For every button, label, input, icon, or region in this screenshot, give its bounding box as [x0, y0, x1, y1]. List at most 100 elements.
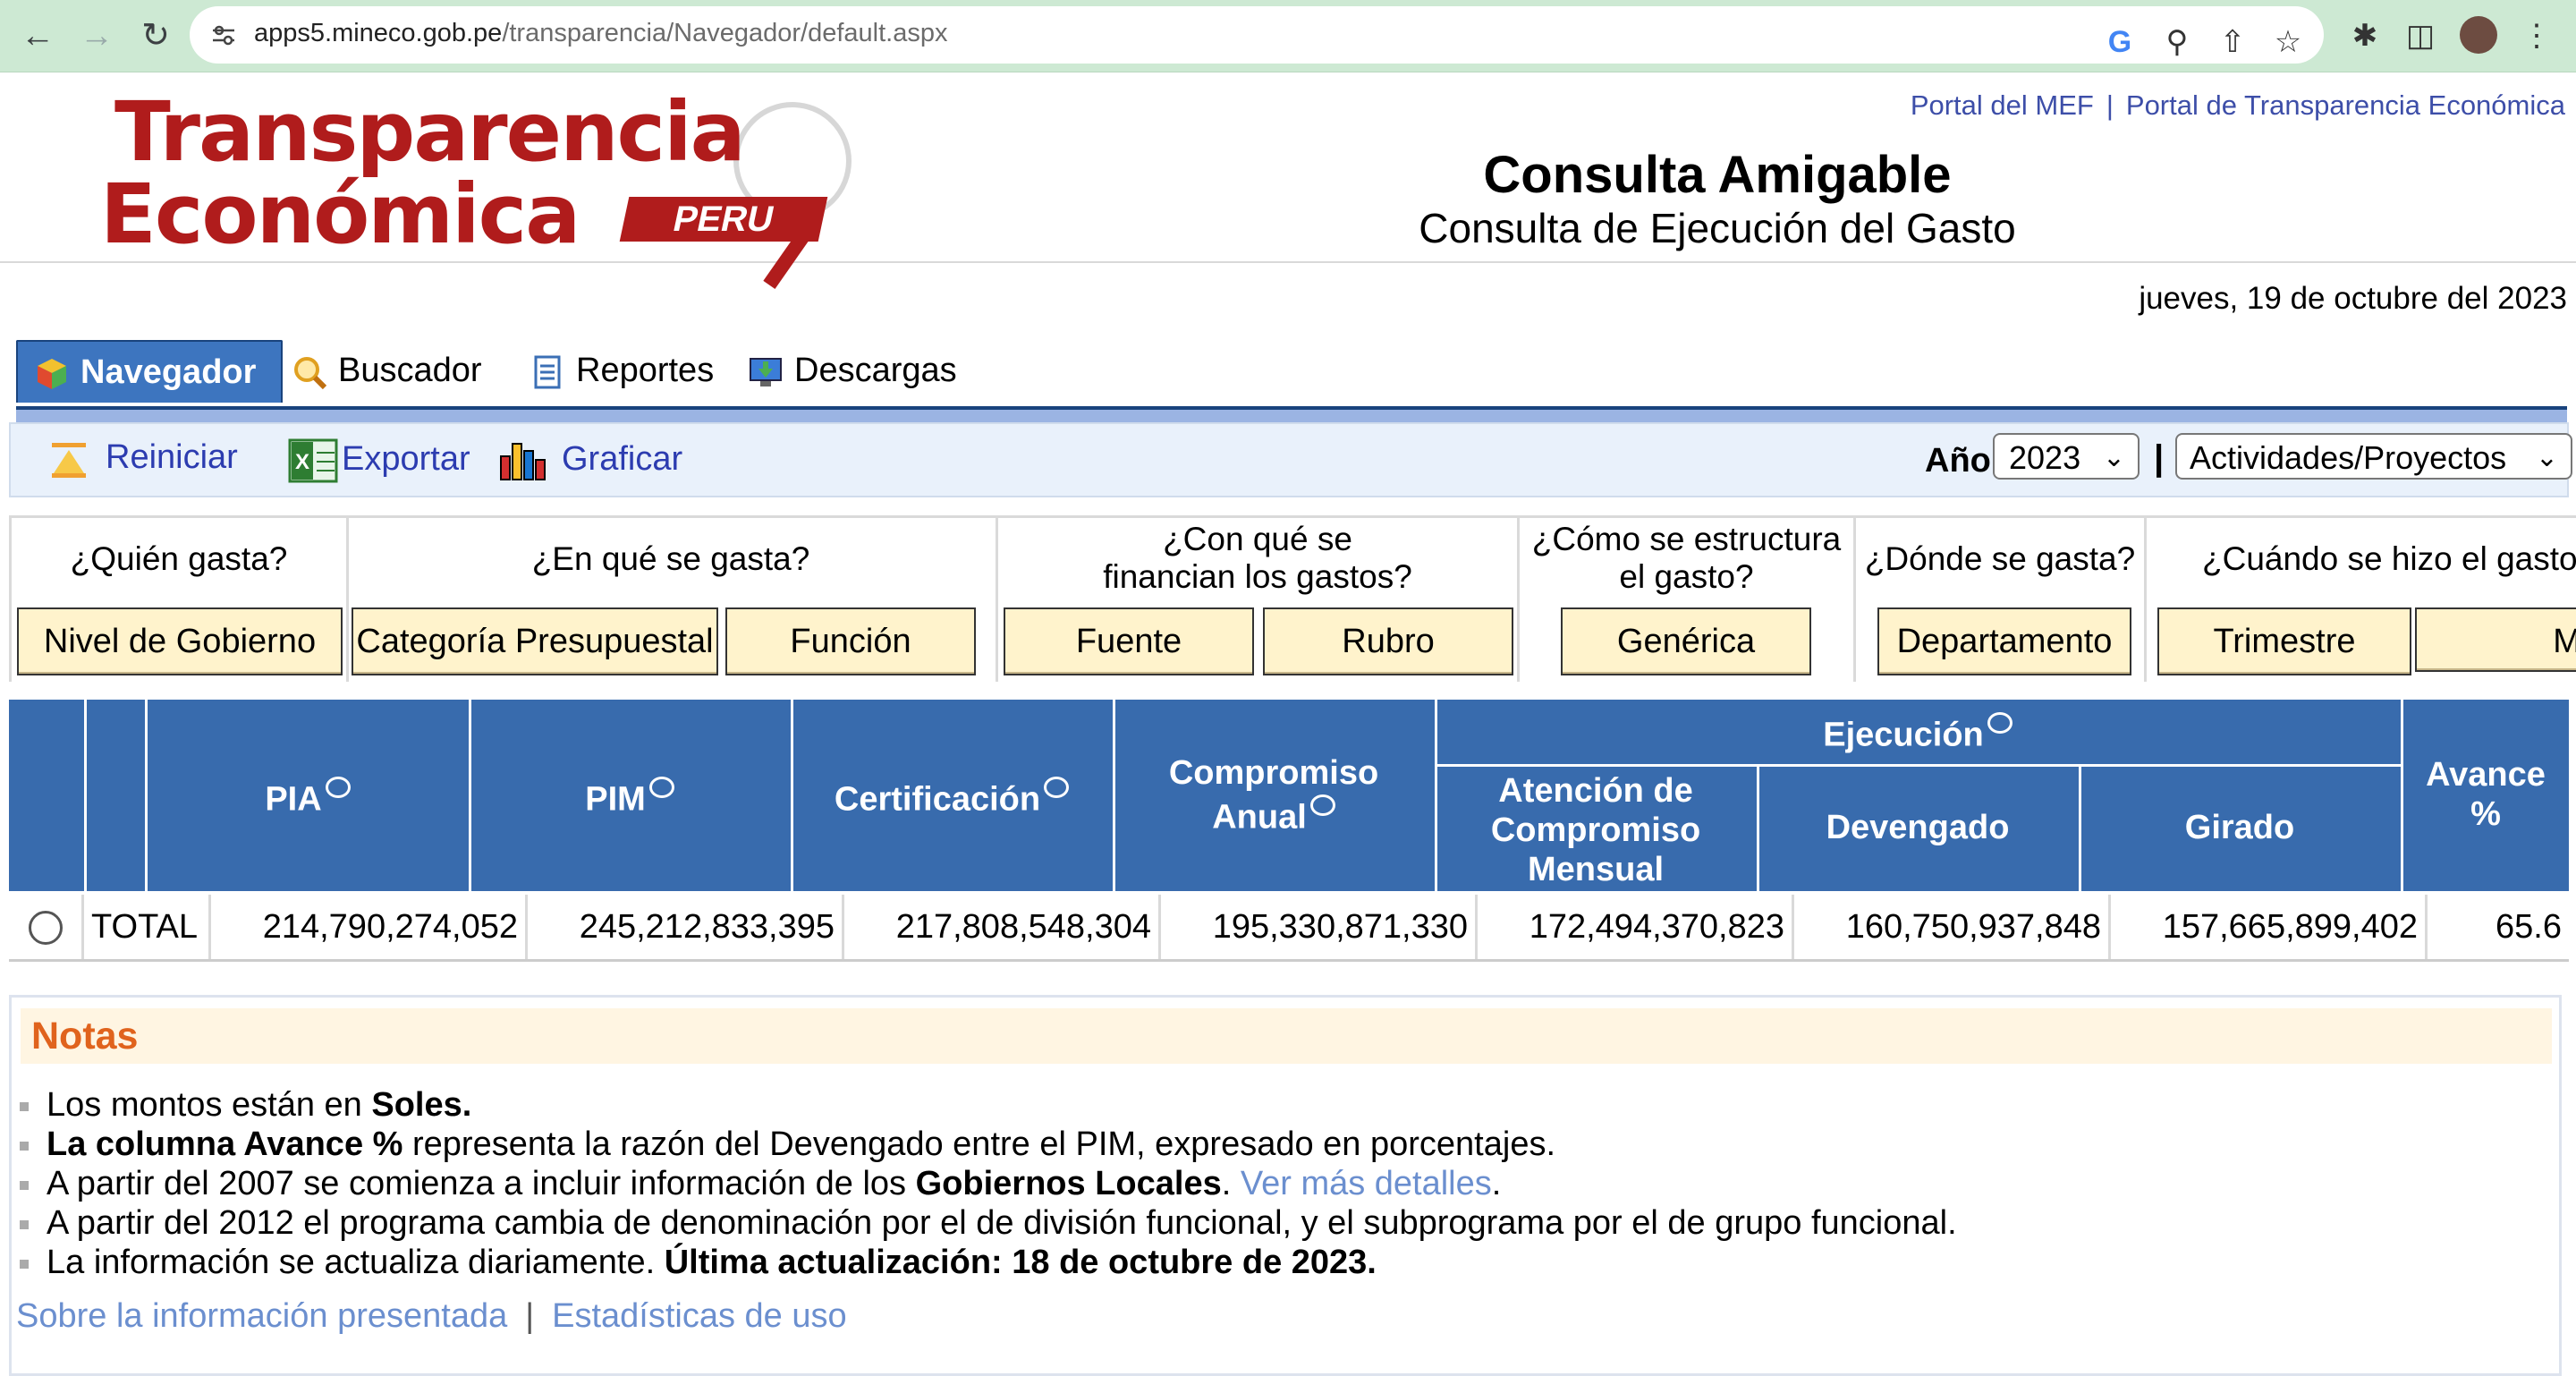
- export-label: Exportar: [342, 440, 470, 479]
- download-icon: [750, 357, 782, 386]
- note-bold: La columna Avance %: [47, 1125, 403, 1163]
- tooltip-icon[interactable]: [1044, 777, 1070, 798]
- side-panel-icon[interactable]: ◫: [2401, 16, 2440, 55]
- col-avance-label-line2: %: [2470, 795, 2501, 833]
- link-ver-mas-detalles[interactable]: Ver más detalles: [1241, 1165, 1492, 1202]
- google-icon[interactable]: G: [2100, 22, 2140, 62]
- note-text: .: [1491, 1165, 1502, 1202]
- col-atencion-compromiso[interactable]: Atención de Compromiso Mensual: [1435, 771, 1757, 889]
- cell-avance: 65.6: [2496, 908, 2562, 946]
- question-funding: ¿Con qué se financian los gastos? Fuente…: [998, 515, 1520, 682]
- site-info-icon[interactable]: [211, 22, 236, 47]
- btn-funcion[interactable]: Función: [725, 607, 976, 675]
- note-bold: Soles.: [371, 1086, 472, 1124]
- col-avance[interactable]: Avance%: [2402, 755, 2569, 834]
- bullet-icon: [20, 1101, 29, 1111]
- col-pia-label: PIA: [265, 780, 322, 819]
- bookmark-star-icon[interactable]: ☆: [2268, 22, 2308, 62]
- back-icon[interactable]: ←: [18, 16, 57, 55]
- site-header: Transparencia Económica PERU Portal del …: [0, 72, 2576, 289]
- row-label: TOTAL: [84, 895, 211, 959]
- bullet-icon: [20, 1219, 29, 1229]
- btn-rubro[interactable]: Rubro: [1263, 607, 1513, 675]
- tab-navegador[interactable]: Navegador: [16, 340, 283, 403]
- url-domain: apps5.mineco.gob.pe: [254, 19, 503, 47]
- site-logo[interactable]: Transparencia Económica PERU: [89, 84, 859, 289]
- note-text: A partir del 2012 el programa cambia de …: [47, 1204, 1957, 1242]
- tab-reportes-label: Reportes: [576, 352, 715, 389]
- tooltip-icon[interactable]: [1309, 794, 1335, 816]
- col-ejecucion-label: Ejecución: [1823, 716, 1984, 754]
- link-sobre-informacion[interactable]: Sobre la información presentada: [16, 1297, 507, 1335]
- btn-categoria-presupuestal[interactable]: Categoría Presupuestal: [352, 607, 718, 675]
- tab-descargas-label: Descargas: [794, 352, 957, 389]
- tooltip-icon[interactable]: [648, 777, 674, 798]
- question-what: ¿En qué se gasta? Categoría Presupuestal…: [346, 515, 998, 682]
- col-devengado[interactable]: Devengado: [1757, 809, 2079, 847]
- cube-icon: [38, 358, 66, 389]
- link-portal-transparencia[interactable]: Portal de Transparencia Económica: [2126, 89, 2565, 121]
- col-group-ejecucion: Ejecución: [1435, 712, 2401, 755]
- bullet-icon: [20, 1180, 29, 1190]
- share-icon[interactable]: ⇧: [2213, 22, 2252, 62]
- cell-pia: 214,790,274,052: [211, 895, 528, 959]
- svg-text:X: X: [295, 450, 309, 474]
- tooltip-icon[interactable]: [325, 777, 351, 798]
- btn-mes[interactable]: Mes: [2415, 607, 2576, 672]
- logo-peru-tag: PERU: [619, 197, 828, 242]
- reload-icon[interactable]: ↻: [136, 16, 175, 55]
- export-button[interactable]: X Exportar: [288, 438, 470, 483]
- link-separator: |: [525, 1297, 535, 1335]
- btn-nivel-gobierno[interactable]: Nivel de Gobierno: [17, 607, 343, 675]
- col-pia[interactable]: PIA: [147, 777, 469, 820]
- btn-generica[interactable]: Genérica: [1561, 607, 1811, 675]
- activity-type-select[interactable]: Actividades/Proyectos ⌄: [2175, 433, 2572, 480]
- col-pim[interactable]: PIM: [469, 777, 791, 820]
- btn-trimestre[interactable]: Trimestre: [2157, 607, 2411, 675]
- chart-button[interactable]: Graficar: [497, 438, 682, 483]
- bullet-icon: [20, 1259, 29, 1269]
- question-when: ¿Cuándo se hizo el gasto? Trimestre Mes: [2147, 515, 2576, 682]
- question-structure-label-line1: ¿Cómo se estructura: [1531, 521, 1842, 557]
- note-item: La información se actualiza diariamente.…: [20, 1244, 1377, 1282]
- note-item: La columna Avance % representa la razón …: [20, 1125, 1555, 1164]
- page-title: Consulta Amigable: [1483, 146, 1952, 204]
- tooltip-icon[interactable]: [1987, 712, 2012, 734]
- col-compromiso-anual[interactable]: Compromiso Anual: [1113, 752, 1435, 839]
- col-atencion-label-line1: Atención de: [1498, 772, 1693, 810]
- note-text: La información se actualiza diariamente.: [47, 1244, 665, 1281]
- magnifier-icon: [294, 356, 327, 390]
- zoom-icon[interactable]: ⚲: [2157, 22, 2197, 62]
- note-bold: Última actualización: 18 de octubre de 2…: [664, 1244, 1377, 1281]
- col-certificacion-label: Certificación: [834, 780, 1041, 819]
- extensions-icon[interactable]: ✱: [2345, 16, 2385, 55]
- chevron-down-icon: ⌄: [2102, 443, 2125, 472]
- btn-departamento[interactable]: Departamento: [1877, 607, 2131, 675]
- notes-title: Notas: [21, 1008, 2552, 1064]
- row-radio[interactable]: [29, 911, 63, 945]
- toolbar-separator: |: [2154, 438, 2165, 478]
- cell-pim: 245,212,833,395: [528, 895, 844, 959]
- forward-icon[interactable]: →: [77, 16, 116, 55]
- profile-avatar[interactable]: [2460, 16, 2497, 54]
- question-when-label: ¿Cuándo se hizo el gasto?: [2202, 540, 2576, 577]
- url-path: /transparencia/Navegador/default.aspx: [502, 19, 948, 47]
- col-girado[interactable]: Girado: [2079, 809, 2401, 847]
- menu-kebab-icon[interactable]: ⋮: [2517, 16, 2556, 55]
- chevron-down-icon: ⌄: [2535, 443, 2558, 472]
- table-row[interactable]: TOTAL 214,790,274,052 245,212,833,395 21…: [9, 895, 2569, 962]
- col-certificacion[interactable]: Certificación: [791, 777, 1113, 820]
- url-text[interactable]: apps5.mineco.gob.pe/transparencia/Navega…: [254, 19, 947, 48]
- tab-reportes[interactable]: Reportes: [522, 340, 714, 401]
- btn-fuente[interactable]: Fuente: [1004, 607, 1254, 675]
- link-estadisticas[interactable]: Estadísticas de uso: [552, 1297, 847, 1335]
- cell-atencion-compromiso: 172,494,370,823: [1478, 895, 1794, 959]
- year-select[interactable]: 2023 ⌄: [1993, 433, 2140, 480]
- tab-descargas[interactable]: Descargas: [741, 340, 957, 401]
- tab-buscador[interactable]: Buscador: [284, 340, 482, 401]
- question-funding-label-line2: financian los gastos?: [1103, 558, 1412, 595]
- link-portal-mef[interactable]: Portal del MEF: [1911, 89, 2094, 121]
- footer-links: Sobre la información presentada | Estadíst…: [16, 1297, 847, 1336]
- reset-button[interactable]: Reiniciar: [47, 438, 238, 479]
- address-bar[interactable]: apps5.mineco.gob.pe/transparencia/Navega…: [190, 6, 2324, 64]
